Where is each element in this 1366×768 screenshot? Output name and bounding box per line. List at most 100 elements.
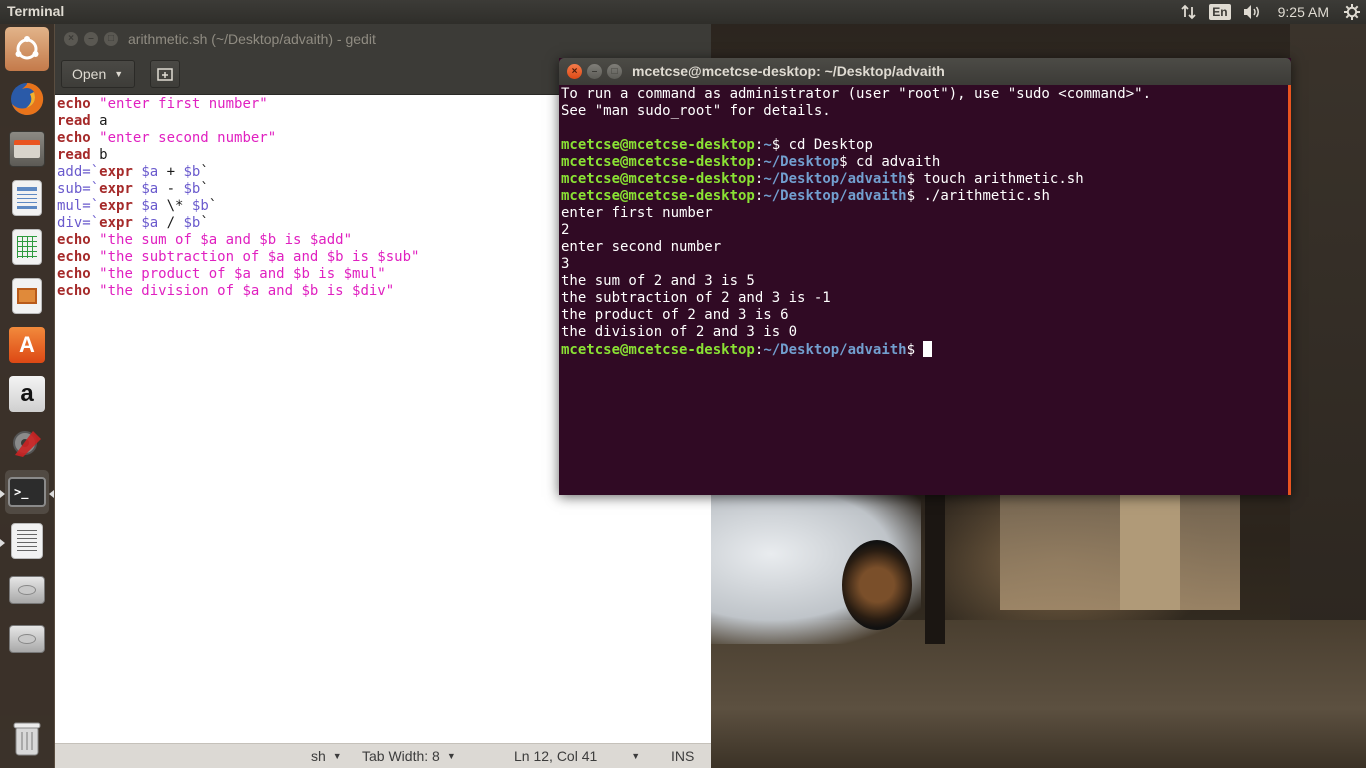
code-token: \*: [158, 198, 192, 214]
code-token: /: [158, 215, 184, 231]
code-token: `: [200, 164, 209, 180]
keyboard-layout-indicator[interactable]: En: [1203, 0, 1236, 24]
volume-icon[interactable]: [1237, 0, 1269, 24]
gedit-titlebar[interactable]: × – □ arithmetic.sh (~/Desktop/advaith) …: [55, 24, 711, 54]
gedit-running-pip: [0, 539, 5, 547]
terminal-focused-pip: [49, 490, 54, 498]
prompt-path: ~/Desktop/advaith: [763, 342, 907, 358]
code-keyword: echo: [57, 249, 91, 265]
new-tab-icon: [157, 68, 173, 81]
gedit-window-title: arithmetic.sh (~/Desktop/advaith) - gedi…: [128, 31, 376, 47]
terminal-icon[interactable]: >_: [5, 470, 49, 514]
prompt-command: ./arithmetic.sh: [915, 188, 1050, 204]
indicator-area: En 9:25 AM: [1175, 0, 1366, 24]
open-button[interactable]: Open ▼: [61, 60, 135, 88]
prompt-symbol: $: [771, 137, 781, 153]
terminal-prompt-line: mcetcse@mcetcse-desktop:~/Desktop/advait…: [561, 188, 1289, 205]
terminal-prompt-line: mcetcse@mcetcse-desktop:~/Desktop/advait…: [561, 171, 1289, 188]
prompt-path: ~/Desktop/advaith: [763, 171, 907, 187]
cursor-position-selector[interactable]: Ln 12, Col 41 ▼: [514, 748, 640, 764]
amazon-icon[interactable]: a: [5, 372, 49, 416]
network-updown-icon[interactable]: [1175, 0, 1203, 24]
open-button-label: Open: [72, 66, 107, 82]
chevron-down-icon: ▼: [446, 751, 456, 761]
writer-icon[interactable]: [5, 176, 49, 220]
code-assignment: div=`: [57, 215, 100, 231]
terminal-output-line: 2: [561, 222, 570, 238]
code-keyword: echo: [57, 283, 91, 299]
maximize-icon[interactable]: □: [104, 32, 118, 46]
code-keyword: expr: [99, 215, 133, 231]
code-token: -: [158, 181, 184, 197]
code-variable: $a: [141, 198, 159, 214]
code-token: `: [200, 181, 209, 197]
prompt-user: mcetcse@mcetcse-desktop: [561, 154, 755, 170]
terminal-prompt-line: mcetcse@mcetcse-desktop:~$ cd Desktop: [561, 137, 1289, 154]
terminal-scrollbar[interactable]: [1288, 85, 1291, 495]
code-string: "the division of $a and $b is $div": [99, 283, 395, 299]
text-editor-icon[interactable]: [5, 519, 49, 563]
code-keyword: read: [57, 147, 91, 163]
chevron-down-icon: ▼: [631, 751, 641, 761]
code-keyword: expr: [99, 198, 133, 214]
minimize-icon[interactable]: –: [84, 32, 98, 46]
terminal-body[interactable]: To run a command as administrator (user …: [559, 85, 1291, 495]
prompt-path: ~/Desktop/advaith: [763, 188, 907, 204]
terminal-output-line: the product of 2 and 3 is 6: [561, 307, 789, 323]
code-token: +: [158, 164, 184, 180]
prompt-command: cd Desktop: [780, 137, 873, 153]
code-variable: $a: [141, 164, 159, 180]
code-variable: $b: [183, 164, 201, 180]
code-token: b: [90, 147, 108, 163]
terminal-titlebar[interactable]: × – □ mcetcse@mcetcse-desktop: ~/Desktop…: [559, 58, 1291, 85]
code-string: "enter second number": [99, 130, 277, 146]
terminal-output-line: To run a command as administrator (user …: [561, 86, 1152, 102]
code-keyword: echo: [57, 266, 91, 282]
code-string: "the product of $a and $b is $mul": [99, 266, 386, 282]
language-selector[interactable]: sh ▼: [311, 748, 342, 764]
trash-icon[interactable]: [5, 716, 49, 760]
terminal-window-title: mcetcse@mcetcse-desktop: ~/Desktop/advai…: [632, 63, 945, 79]
terminal-output-line: the division of 2 and 3 is 0: [561, 324, 798, 340]
code-token: `: [200, 215, 209, 231]
firefox-icon[interactable]: [5, 77, 49, 121]
tab-width-selector[interactable]: Tab Width: 8 ▼: [362, 748, 456, 764]
new-tab-button[interactable]: [150, 60, 180, 88]
prompt-command: [915, 342, 923, 358]
maximize-icon[interactable]: □: [607, 64, 622, 79]
disk-icon[interactable]: [5, 568, 49, 612]
terminal-output-line: enter first number: [561, 205, 713, 221]
code-string: "the sum of $a and $b is $add": [99, 232, 353, 248]
code-token: `: [208, 198, 218, 214]
disk-icon[interactable]: [5, 617, 49, 661]
calc-icon[interactable]: [5, 225, 49, 269]
clock[interactable]: 9:25 AM: [1269, 0, 1338, 24]
prompt-command: touch arithmetic.sh: [915, 171, 1084, 187]
ubuntu-logo-icon[interactable]: [5, 27, 49, 71]
prompt-user: mcetcse@mcetcse-desktop: [561, 342, 755, 358]
settings-tools-icon[interactable]: [5, 421, 49, 465]
code-keyword: expr: [99, 181, 133, 197]
software-center-icon[interactable]: A: [5, 323, 49, 367]
gear-icon[interactable]: [1338, 0, 1366, 24]
code-assignment: add=`: [57, 164, 100, 180]
code-variable: $b: [183, 181, 201, 197]
tab-width-label: Tab Width: 8: [362, 748, 440, 764]
close-icon[interactable]: ×: [64, 32, 78, 46]
wallpaper-wheel: [842, 540, 912, 630]
terminal-prompt-line: mcetcse@mcetcse-desktop:~/Desktop/advait…: [561, 341, 1289, 358]
impress-icon[interactable]: [5, 274, 49, 318]
terminal-running-pip: [0, 490, 5, 498]
terminal-cursor: [923, 341, 933, 357]
code-variable: $a: [141, 215, 159, 231]
prompt-symbol: $: [839, 154, 848, 170]
files-icon[interactable]: [5, 127, 49, 171]
code-keyword: echo: [57, 96, 91, 112]
minimize-icon[interactable]: –: [587, 64, 602, 79]
close-icon[interactable]: ×: [567, 64, 582, 79]
